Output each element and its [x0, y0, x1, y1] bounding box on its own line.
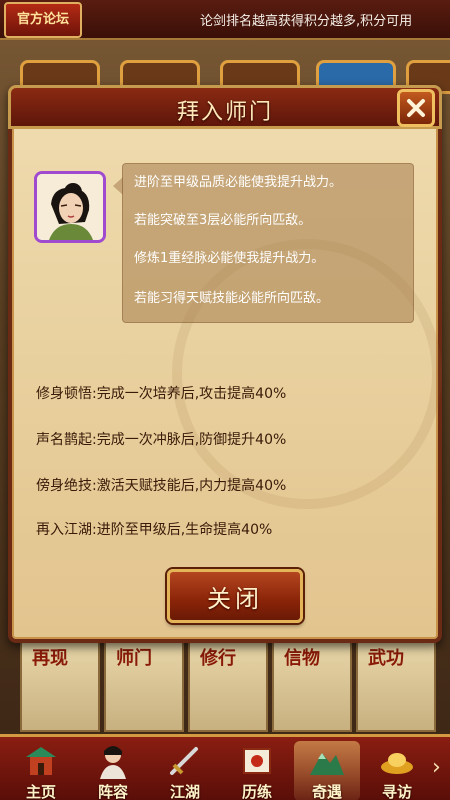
sword-icon	[170, 747, 198, 775]
nav-item-lineup[interactable]: 阵容	[80, 741, 146, 800]
ticker-text: 论剑排名越高获得积分越多,积分可用	[200, 14, 413, 29]
bonus-row: 声名鹊起:完成一次冲脉后,防御提升40%	[36, 432, 287, 448]
game-screen: 官方论坛 论剑排名越高获得积分越多,积分可用 再现 师门 修行 信物 武功 拜入…	[0, 0, 450, 800]
scroll-label: 再现	[32, 648, 68, 669]
chevron-right-icon[interactable]: ›	[432, 755, 448, 781]
bonus-desc: 完成一次培养后,攻击提高40%	[96, 386, 287, 402]
bonus-name: 修身顿悟	[36, 386, 92, 402]
bonus-row: 傍身绝技:激活天赋技能后,内力提高40%	[36, 478, 287, 494]
hero-portrait-icon	[100, 746, 126, 779]
bonus-row: 再入江湖:进阶至甲级后,生命提高40%	[36, 522, 273, 538]
scroll-label: 修行	[200, 648, 236, 669]
official-forum-button[interactable]: 官方论坛	[4, 2, 82, 38]
gold-ingot-icon	[381, 753, 413, 774]
scroll-panel[interactable]: 再现	[20, 640, 100, 732]
bonus-name: 再入江湖	[36, 522, 92, 538]
bottom-nav: 主页 阵容 江湖 历练 奇遇 寻访 ›	[0, 734, 450, 800]
bonus-desc: 进阶至甲级后,生命提高40%	[96, 522, 273, 538]
scroll-label: 师门	[116, 648, 152, 669]
mountain-icon	[310, 753, 344, 775]
dialog-title: 拜入师门	[176, 100, 273, 125]
forum-badge-label: 官方论坛	[16, 12, 69, 27]
join-sect-dialog: 拜入师门 进阶至甲级品质必能使我提升战力。 若能突破至3层必能所向匹敌。 修炼1…	[8, 85, 442, 643]
nav-label: 奇遇	[311, 783, 342, 800]
scroll-panels: 再现 师门 修行 信物 武功	[20, 640, 440, 732]
nav-label: 主页	[25, 783, 56, 800]
top-bar: 官方论坛 论剑排名越高获得积分越多,积分可用	[0, 0, 450, 40]
bonus-desc: 激活天赋技能后,内力提高40%	[96, 478, 287, 494]
bonus-name: 声名鹊起	[36, 432, 92, 448]
scroll-panel[interactable]: 师门	[104, 640, 184, 732]
nav-item-training[interactable]: 历练	[224, 741, 290, 800]
dialog-line: 若能突破至3层必能所向匹敌。	[134, 213, 312, 228]
close-button[interactable]: 关闭	[167, 569, 303, 623]
dialog-header: 拜入师门	[8, 85, 442, 129]
nav-label: 阵容	[97, 783, 128, 800]
character-portrait-icon	[37, 174, 103, 240]
nav-item-encounter[interactable]: 奇遇	[294, 741, 360, 800]
scroll-panel[interactable]: 修行	[188, 640, 268, 732]
dialog-line: 若能习得天赋技能必能所向匹敌。	[134, 291, 330, 306]
close-button-label: 关闭	[207, 584, 263, 613]
dialog-line: 进阶至甲级品质必能使我提升战力。	[134, 175, 343, 190]
scroll-label: 武功	[368, 648, 404, 669]
announcement-ticker: 论剑排名越高获得积分越多,积分可用	[200, 10, 450, 30]
scroll-panel[interactable]: 武功	[356, 640, 436, 732]
scroll-panel[interactable]: 信物	[272, 640, 352, 732]
close-x-button[interactable]	[397, 89, 435, 127]
nav-item-jianghu[interactable]: 江湖	[152, 741, 218, 800]
bonus-row: 修身顿悟:完成一次培养后,攻击提高40%	[36, 386, 287, 402]
nav-label: 寻访	[381, 783, 412, 800]
bonus-name: 傍身绝技	[36, 478, 92, 494]
nav-label: 历练	[241, 783, 272, 800]
scroll-icon	[243, 748, 271, 774]
dialog-line: 修炼1重经脉必能使我提升战力。	[134, 251, 325, 266]
nav-item-home[interactable]: 主页	[8, 741, 74, 800]
scroll-label: 信物	[284, 648, 320, 669]
palace-icon	[26, 747, 56, 775]
bonus-desc: 完成一次冲脉后,防御提升40%	[96, 432, 287, 448]
master-avatar	[34, 171, 106, 243]
close-icon	[407, 99, 425, 117]
nav-item-visit[interactable]: 寻访	[364, 741, 430, 800]
nav-label: 江湖	[169, 783, 200, 800]
